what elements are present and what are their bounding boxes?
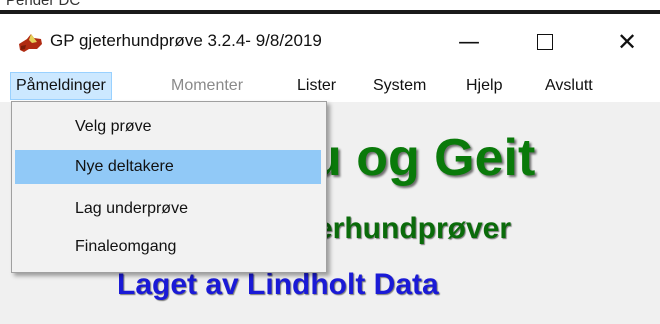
menu-option-lag-underprove[interactable]: Lag underprøve bbox=[15, 192, 321, 226]
banner-title: u og Geit bbox=[310, 129, 536, 187]
minimize-button[interactable]: — bbox=[446, 22, 492, 62]
sheepdog-app-icon bbox=[16, 30, 44, 56]
title-bar[interactable]: GP gjeterhundprøve 3.2.4- 9/8/2019 — ✕ bbox=[0, 14, 660, 70]
menu-momenter[interactable]: Momenter bbox=[166, 72, 248, 100]
menu-lister[interactable]: Lister bbox=[292, 72, 341, 100]
menu-system[interactable]: System bbox=[368, 72, 431, 100]
banner-credit: Laget av Lindholt Data bbox=[117, 268, 439, 301]
menu-pameldinger[interactable]: Påmeldinger bbox=[10, 72, 112, 100]
background-window-title: Pender DC bbox=[6, 0, 81, 9]
window-title: GP gjeterhundprøve 3.2.4- 9/8/2019 bbox=[50, 31, 322, 50]
pameldinger-dropdown-menu: Velg prøve Nye deltakere Lag underprøve … bbox=[11, 101, 327, 273]
maximize-icon bbox=[537, 34, 553, 50]
menu-option-velg-prove[interactable]: Velg prøve bbox=[15, 110, 321, 144]
menu-bar: Påmeldinger Momenter Lister System Hjelp… bbox=[0, 70, 660, 102]
menu-hjelp[interactable]: Hjelp bbox=[461, 72, 507, 100]
maximize-button[interactable] bbox=[522, 22, 568, 62]
banner-subtitle: erhundprøver bbox=[316, 212, 512, 245]
menu-avslutt[interactable]: Avslutt bbox=[540, 72, 598, 100]
close-button[interactable]: ✕ bbox=[604, 22, 650, 62]
menu-option-finaleomgang[interactable]: Finaleomgang bbox=[15, 230, 321, 264]
menu-option-nye-deltakere[interactable]: Nye deltakere bbox=[15, 150, 321, 184]
